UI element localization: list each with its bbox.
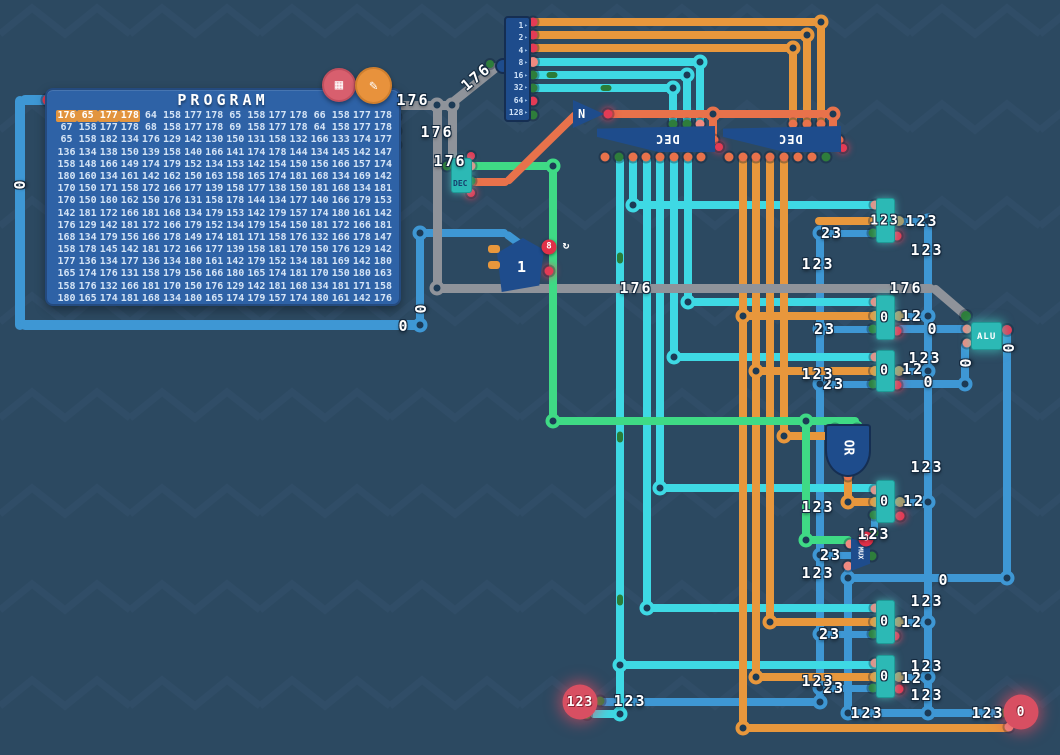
wire-value-label: 123 (857, 525, 890, 543)
wire-value-label: 123 (801, 672, 834, 690)
wire-value-label: 123 (910, 592, 943, 610)
wire-value-label: 176 (889, 279, 922, 297)
wire-value-label: 123 (910, 458, 943, 476)
wire-value-label: 12 (903, 492, 925, 510)
wire-value-label: 123 (850, 704, 883, 722)
wire-value-label: 23 (819, 625, 841, 643)
wire-value-label: 176 (396, 91, 429, 109)
wire-value-label: 12 (902, 360, 924, 378)
wire-value-label: 176 (458, 59, 495, 94)
wire-value-label: 123 (971, 704, 1004, 722)
wire-value-label: 0 (398, 317, 409, 335)
wire-value-label: 123 (801, 498, 834, 516)
wire-value-label: 176 (619, 279, 652, 297)
wire-value-label: 123 (801, 365, 834, 383)
wire-value-label: 123 (801, 255, 834, 273)
wire-value-label: 0 (1000, 341, 1018, 352)
wire-value-label: 12 (901, 613, 923, 631)
wire-value-label: 0 (957, 356, 975, 367)
wire-value-label: 123 (910, 241, 943, 259)
wire-value-label: 123 (905, 212, 938, 230)
circuit-canvas[interactable]: PROGRAM 17665177178641581771786515817717… (0, 0, 1060, 755)
wire-value-label: 0 (412, 302, 430, 313)
wire-labels-layer: 0001761761761761761761232312312312023123… (0, 0, 1060, 755)
wire-value-label: 23 (821, 224, 843, 242)
wire-value-label: 0 (938, 571, 949, 589)
wire-value-label: 0 (923, 373, 934, 391)
wire-value-label: 123 (801, 564, 834, 582)
wire-value-label: 0 (927, 320, 938, 338)
wire-value-label: 123 (910, 686, 943, 704)
wire-value-label: 0 (11, 178, 29, 189)
wire-value-label: 176 (420, 123, 453, 141)
wire-value-label: 12 (901, 669, 923, 687)
wire-value-label: 23 (814, 320, 836, 338)
wire-value-label: 12 (901, 307, 923, 325)
wire-value-label: 123 (613, 692, 646, 710)
wire-value-label: 176 (433, 152, 466, 170)
wire-value-label: 23 (820, 546, 842, 564)
